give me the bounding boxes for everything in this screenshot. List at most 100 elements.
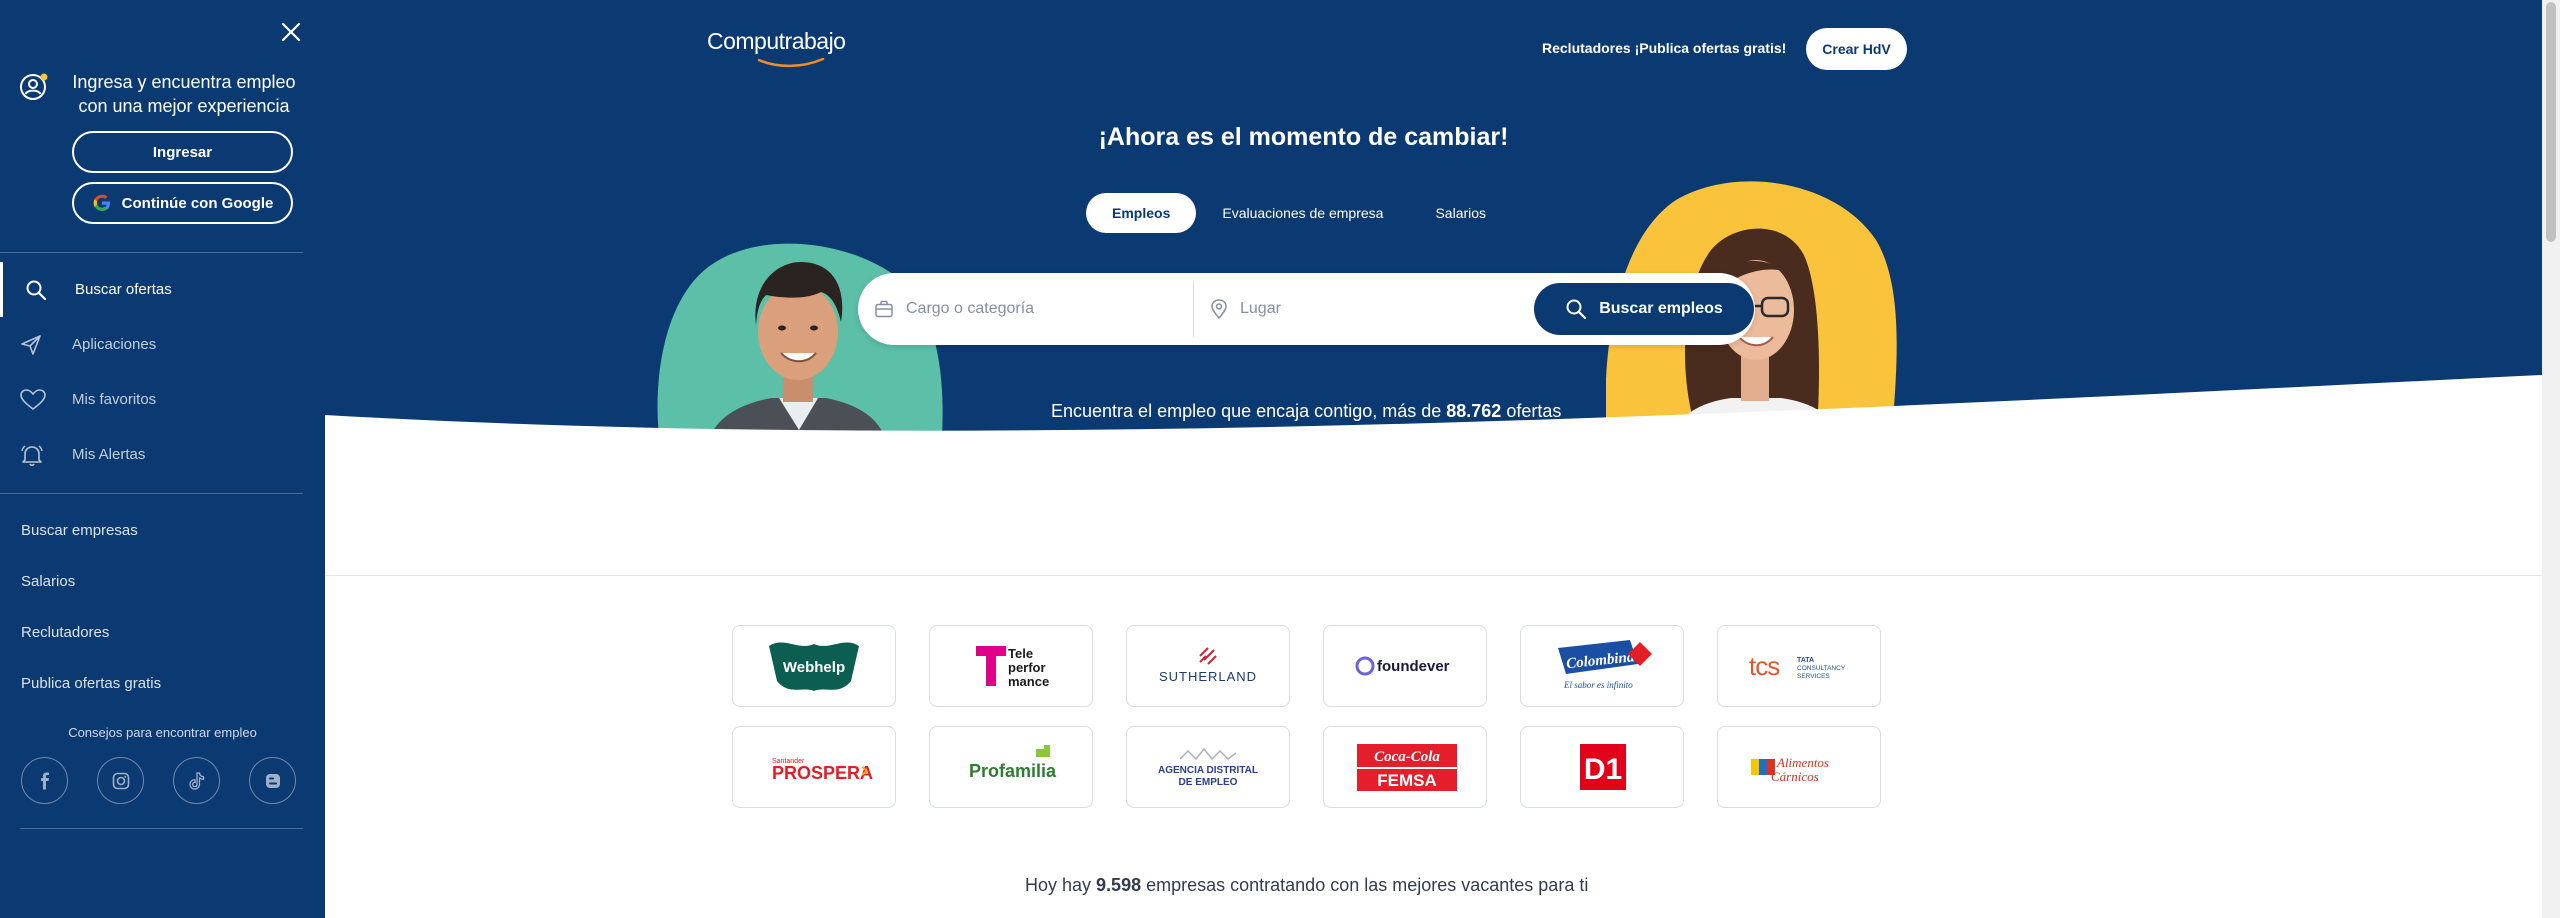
search-jobs-button[interactable]: Buscar empleos	[1534, 283, 1754, 335]
nav-aplicaciones[interactable]: Aplicaciones	[0, 317, 303, 372]
sutherland-logo: SUTHERLAND	[1159, 647, 1257, 684]
webhelp-logo: Webhelp	[769, 642, 859, 691]
company-logo-sutherland[interactable]: SUTHERLAND	[1126, 625, 1290, 707]
logo-smile	[757, 57, 825, 68]
colombina-logo: Colombina El sabor es infinito	[1558, 640, 1652, 690]
google-icon	[92, 193, 112, 213]
company-logo-teleperformance[interactable]: Tele perfor mance	[929, 625, 1093, 707]
link-buscar-empresas[interactable]: Buscar empresas	[21, 522, 138, 539]
user-icon	[20, 72, 50, 102]
social-links	[21, 757, 296, 804]
coca-cola-femsa-logo: Coca-Cola FEMSA	[1357, 744, 1457, 791]
sutherland-text: SUTHERLAND	[1159, 669, 1257, 684]
company-logo-agencia-distrital[interactable]: AGENCIA DISTRITAL DE EMPLEO	[1126, 726, 1290, 808]
svg-text:DE EMPLEO: DE EMPLEO	[1179, 777, 1238, 788]
google-login-button[interactable]: Continúe con Google	[72, 182, 293, 224]
foundever-logo: foundever	[1355, 656, 1450, 676]
alimentos-carnicos-logo: Alimentos Cárnicos	[1751, 755, 1829, 784]
close-icon[interactable]	[279, 20, 303, 44]
company-logo-prospera[interactable]: Santander PROSPERA	[732, 726, 896, 808]
side-menu: Ingresa y encuentra empleo con una mejor…	[0, 0, 325, 918]
nav-mis-alertas[interactable]: Mis Alertas	[0, 427, 303, 482]
hero-headline: ¡Ahora es el momento de cambiar!	[1098, 123, 1509, 151]
svg-text:Alimentos: Alimentos	[1776, 755, 1829, 770]
job-field[interactable]: Cargo o categoría	[858, 281, 1194, 337]
job-input[interactable]: Cargo o categoría	[906, 300, 1034, 318]
section-divider	[325, 575, 2542, 576]
profamilia-text: Profamilia	[969, 761, 1057, 781]
search-icon	[3, 279, 75, 301]
svg-text:AGENCIA DISTRITAL: AGENCIA DISTRITAL	[1158, 765, 1258, 776]
svg-text:PROSPERA: PROSPERA	[772, 763, 873, 783]
company-logo-tcs[interactable]: tcs TATA CONSULTANCY SERVICES	[1717, 625, 1881, 707]
count-suffix: empresas contratando con las mejores vac…	[1141, 875, 1589, 895]
prospera-logo: Santander PROSPERA	[772, 758, 873, 783]
tcs-text: tcs	[1749, 651, 1780, 681]
blog-icon[interactable]	[249, 757, 296, 804]
d1-logo: D1	[1580, 744, 1626, 790]
foundever-text: foundever	[1377, 658, 1450, 675]
nav-mis-favoritos[interactable]: Mis favoritos	[0, 372, 303, 427]
link-publica-ofertas[interactable]: Publica ofertas gratis	[21, 675, 161, 692]
nav-label: Aplicaciones	[72, 336, 157, 353]
company-logo-coca-cola-femsa[interactable]: Coca-Cola FEMSA	[1323, 726, 1487, 808]
link-reclutadores[interactable]: Reclutadores	[21, 624, 109, 641]
tips-title: Consejos para encontrar empleo	[68, 725, 257, 740]
recruiters-link[interactable]: Reclutadores ¡Publica ofertas gratis!	[1542, 40, 1786, 56]
facebook-icon[interactable]	[21, 757, 68, 804]
svg-text:perfor: perfor	[1008, 660, 1046, 675]
login-button[interactable]: Ingresar	[72, 131, 293, 173]
google-login-label: Continúe con Google	[121, 194, 274, 212]
svg-text:TATA: TATA	[1797, 657, 1814, 664]
svg-text:Cárnicos: Cárnicos	[1771, 769, 1819, 784]
hero-section: Computrabajo Reclutadores ¡Publica ofert…	[325, 0, 2542, 445]
nav-label: Mis favoritos	[72, 391, 157, 408]
offers-prefix: Encuentra el empleo que encaja contigo, …	[1051, 401, 1447, 421]
search-jobs-label: Buscar empleos	[1599, 300, 1723, 317]
company-logo-alimentos-carnicos[interactable]: Alimentos Cárnicos	[1717, 726, 1881, 808]
svg-text:mance: mance	[1008, 674, 1049, 689]
agencia-distrital-logo: AGENCIA DISTRITAL DE EMPLEO	[1158, 747, 1258, 788]
link-salarios[interactable]: Salarios	[21, 573, 75, 590]
svg-text:SERVICES: SERVICES	[1797, 673, 1830, 680]
scrollbar-thumb[interactable]	[2546, 2, 2556, 242]
offers-text: Encuentra el empleo que encaja contigo, …	[1051, 401, 1561, 422]
instagram-icon[interactable]	[97, 757, 144, 804]
nav-label: Mis Alertas	[72, 446, 146, 463]
search-tabs: Empleos Evaluaciones de empresa Salarios	[1086, 193, 1512, 233]
companies-count: 9.598	[1096, 875, 1142, 895]
create-cv-button[interactable]: Crear HdV	[1806, 28, 1907, 70]
tab-evaluaciones[interactable]: Evaluaciones de empresa	[1196, 193, 1409, 233]
location-pin-icon	[1210, 299, 1228, 319]
company-logo-foundever[interactable]: foundever	[1323, 625, 1487, 707]
nav-label: Buscar ofertas	[75, 281, 172, 298]
send-icon	[0, 334, 72, 356]
divider	[0, 252, 303, 253]
place-input[interactable]: Lugar	[1240, 300, 1281, 318]
divider	[0, 493, 303, 494]
login-hint: Ingresa y encuentra empleo con una mejor…	[20, 70, 310, 118]
tab-salarios[interactable]: Salarios	[1409, 193, 1512, 233]
tiktok-icon[interactable]	[173, 757, 220, 804]
company-logo-d1[interactable]: D1	[1520, 726, 1684, 808]
bell-icon	[0, 443, 72, 467]
webhelp-text: Webhelp	[783, 659, 845, 676]
svg-text:Tele: Tele	[1008, 646, 1033, 661]
offers-count: 88.762	[1446, 401, 1502, 421]
count-prefix: Hoy hay	[1025, 875, 1097, 895]
company-logos-grid: Webhelp Tele perfor mance SUTHERLAND fou…	[732, 625, 1881, 808]
place-field[interactable]: Lugar	[1194, 273, 1524, 345]
computrabajo-logo[interactable]: Computrabajo	[707, 28, 846, 68]
tab-empleos[interactable]: Empleos	[1086, 193, 1197, 233]
company-logo-profamilia[interactable]: Profamilia	[929, 726, 1093, 808]
profamilia-logo: Profamilia	[969, 745, 1057, 781]
search-icon	[1566, 299, 1587, 320]
offers-suffix: ofertas	[1501, 401, 1562, 421]
tcs-logo: tcs TATA CONSULTANCY SERVICES	[1749, 651, 1846, 681]
divider	[20, 828, 303, 829]
svg-text:Coca-Cola: Coca-Cola	[1374, 749, 1440, 765]
company-logo-webhelp[interactable]: Webhelp	[732, 625, 896, 707]
nav-buscar-ofertas[interactable]: Buscar ofertas	[0, 262, 303, 317]
company-logo-colombina[interactable]: Colombina El sabor es infinito	[1520, 625, 1684, 707]
login-hint-text: Ingresa y encuentra empleo con una mejor…	[72, 72, 296, 116]
